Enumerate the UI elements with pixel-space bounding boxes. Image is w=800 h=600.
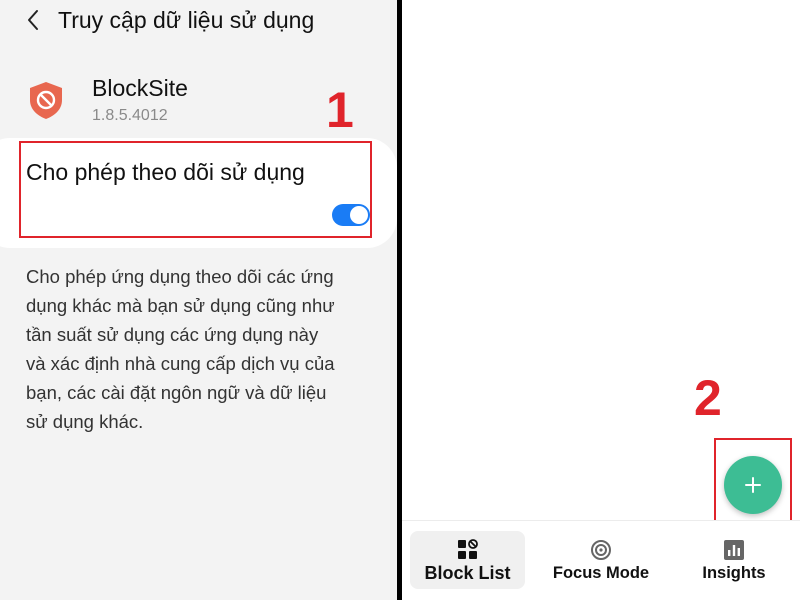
screenshot-frame: Truy cập dữ liệu sử dụng BlockSite 1.8.5…: [0, 0, 800, 600]
nav-insights[interactable]: Insights: [684, 531, 784, 589]
nav-insights-label: Insights: [702, 564, 766, 582]
add-site-button[interactable]: [724, 456, 782, 514]
nav-focus-mode-label: Focus Mode: [552, 564, 650, 582]
back-arrow-icon[interactable]: [22, 8, 46, 32]
step-one-marker: 1: [326, 82, 354, 138]
blocksite-app-screen: 2 Block List Focus Mode Insights: [402, 0, 800, 600]
usage-access-screen: Truy cập dữ liệu sử dụng BlockSite 1.8.5…: [0, 0, 397, 600]
app-version: 1.8.5.4012: [92, 107, 168, 124]
nav-focus-mode[interactable]: Focus Mode: [542, 531, 660, 589]
plus-icon: [745, 477, 761, 493]
nav-block-list[interactable]: Block List: [410, 531, 525, 589]
app-name: BlockSite: [92, 75, 188, 101]
step-two-marker: 2: [694, 370, 722, 426]
step-one-highlight-box: [19, 141, 372, 238]
top-bar: Truy cập dữ liệu sử dụng: [0, 0, 397, 42]
bottom-navigation: Block List Focus Mode Insights: [402, 520, 800, 600]
target-icon: [591, 540, 611, 560]
nav-block-list-label: Block List: [424, 563, 511, 583]
bar-chart-icon: [724, 540, 744, 560]
blocksite-shield-icon: [30, 82, 62, 119]
page-title: Truy cập dữ liệu sử dụng: [58, 7, 315, 33]
permission-description: Cho phép ứng dụng theo dõi các ứng dụng …: [26, 266, 335, 432]
block-list-icon: [457, 539, 478, 559]
